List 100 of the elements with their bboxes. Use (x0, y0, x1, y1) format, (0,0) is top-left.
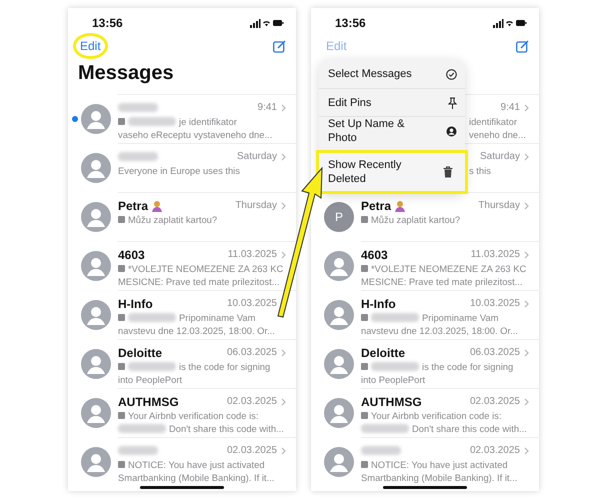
contact-name: AUTHMSG (361, 394, 422, 408)
message-time: 02.03.2025 (470, 396, 520, 407)
message-preview: veneho dne... (469, 129, 526, 140)
avatar (81, 202, 111, 232)
contact-name: Petra (361, 198, 392, 212)
message-preview: is the code for signing (179, 361, 270, 372)
menu-item[interactable]: Show Recently Deleted (316, 150, 468, 194)
message-preview: Don't share this code with... (169, 423, 284, 434)
contact-name: H-Info (118, 296, 153, 310)
message-preview: Smartbanking (Mobile Banking). If it... (118, 472, 274, 483)
chevron-icon (281, 202, 286, 210)
message-time: 11.03.2025 (470, 249, 520, 260)
message-preview: NOTICE: You have just activated (128, 459, 265, 470)
message-time: 9:41 (258, 102, 277, 113)
conversation-row[interactable]: Deloitte 06.03.2025 is the code for signing into PeoplePort (68, 339, 296, 388)
message-preview: s this (469, 165, 491, 176)
redacted-text (118, 424, 166, 433)
message-time: 02.03.2025 (470, 445, 520, 456)
chevron-icon (281, 104, 286, 112)
redacted-text (128, 313, 176, 322)
message-preview: identifikator (469, 116, 517, 127)
message-preview: navstevu dne 12.03.2025, 18:00. Or... (118, 325, 275, 336)
chevron-icon (281, 250, 286, 258)
compose-icon[interactable] (273, 40, 286, 52)
chevron-icon (281, 348, 286, 356)
trash-icon (443, 166, 453, 178)
chevron-icon (281, 446, 286, 454)
avatar (324, 398, 354, 428)
message-preview: *VOLEJTE NEOMEZENE ZA 263 KC (371, 263, 526, 274)
avatar: P (324, 202, 354, 232)
conversation-row[interactable]: AUTHMSG 02.03.2025 Your Airbnb verification code is: Don't share this code with... (68, 388, 296, 437)
chevron-icon (524, 398, 529, 406)
message-time: 02.03.2025 (226, 396, 277, 407)
compose-icon[interactable] (516, 40, 529, 52)
avatar (324, 300, 354, 330)
chevron-icon (281, 152, 286, 160)
message-preview: into PeoplePort (118, 374, 182, 385)
chevron-icon (524, 250, 529, 258)
chevron-icon (524, 104, 529, 112)
chevron-icon (524, 446, 529, 454)
contact-name: Deloitte (361, 346, 406, 360)
chevron-icon (524, 348, 529, 356)
message-time: Thursday (235, 200, 277, 211)
conversation-row[interactable]: H-Info 10.03.2025 Pripominame Vam navstevu dne 12.03.2025, 18:00. Or... (311, 290, 539, 339)
message-preview: Smartbanking (Mobile Banking). If it... (361, 472, 518, 483)
message-time: 11.03.2025 (228, 249, 277, 260)
message-preview: MESICNE: Prave ted mate prilezitost... (361, 276, 523, 287)
avatar (324, 251, 354, 281)
conversation-row[interactable]: 9:41 je identifikator vaseho eReceptu vystaveneho dne... (68, 94, 296, 143)
page-title: Messages (77, 61, 175, 86)
contact-name: Petra (118, 198, 148, 212)
avatar (81, 251, 111, 281)
pin-icon (448, 96, 457, 108)
message-preview: Your Airbnb verification code is: (371, 410, 502, 421)
message-preview: Everyone in Europe uses this (118, 165, 240, 176)
message-preview: Můžu zaplatit kartou? (371, 214, 460, 225)
avatar (81, 398, 111, 428)
menu-item[interactable]: Set Up Name & Photo (319, 116, 465, 145)
message-time: 06.03.2025 (470, 347, 520, 358)
contact-name: H-Info (361, 296, 396, 310)
contact-name: Deloitte (118, 346, 162, 360)
avatar (81, 104, 111, 134)
avatar (81, 447, 111, 477)
message-time: 06.03.2025 (226, 347, 277, 358)
message-preview: Don't share this code with... (412, 423, 527, 434)
message-time: Saturday (480, 151, 520, 162)
status-time: 13:56 (92, 16, 123, 30)
conversation-row[interactable]: Petra Thursday Můžu zaplatit kartou? (68, 192, 296, 241)
conversation-row[interactable]: Deloitte 06.03.2025 is the code for signing into PeoplePort (311, 339, 539, 388)
avatar (324, 447, 354, 477)
conversation-row[interactable]: AUTHMSG 02.03.2025 Your Airbnb verification code is: Don't share this code with... (311, 388, 539, 437)
redacted-text (361, 424, 409, 433)
message-time: 10.03.2025 (226, 298, 277, 309)
conversation-row[interactable]: 4603 11.03.2025 *VOLEJTE NEOMEZENE ZA 263 KC MESICNE: Prave ted mate prilezitost... (311, 241, 539, 290)
message-preview: Pripominame Vam (179, 312, 256, 323)
chevron-icon (524, 300, 529, 308)
message-time: Thursday (478, 200, 520, 211)
avatar (81, 349, 111, 379)
chevron-icon (524, 202, 529, 210)
message-time: 9:41 (500, 102, 520, 113)
message-time: 02.03.2025 (226, 445, 277, 456)
message-preview: Můžu zaplatit kartou? (128, 214, 218, 225)
message-preview: *VOLEJTE NEOMEZENE ZA 263 KC (128, 263, 284, 274)
message-preview: into PeoplePort (361, 374, 426, 385)
contact-name: AUTHMSG (118, 394, 179, 408)
redacted-text (128, 362, 176, 371)
message-preview: Pripominame Vam (422, 312, 498, 323)
status-time: 13:56 (335, 16, 366, 30)
status-icons (493, 18, 527, 28)
menu-item[interactable]: Select Messages (319, 60, 465, 88)
contact-name: 4603 (361, 248, 388, 262)
message-preview: NOTICE: You have just activated (371, 459, 508, 470)
avatar (324, 349, 354, 379)
chevron-icon (524, 152, 529, 160)
menu-item[interactable]: Edit Pins (319, 88, 465, 116)
message-preview: je identifikator (179, 116, 237, 127)
checkmark-circle-icon (446, 68, 457, 80)
edit-link[interactable]: Edit (73, 33, 108, 59)
person-circle-icon (446, 126, 457, 136)
contact-name: 4603 (118, 248, 145, 262)
